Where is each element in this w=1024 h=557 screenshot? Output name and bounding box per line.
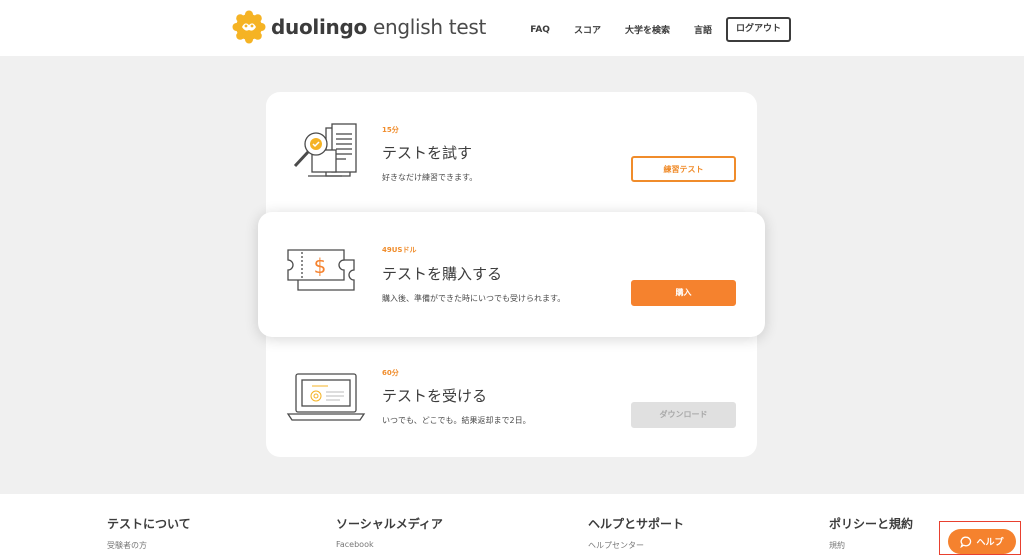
magnifier-document-icon: [293, 123, 357, 177]
top-header: duolingo english test FAQ スコア 大学を検索 言語 ロ…: [0, 0, 1024, 56]
footer-link-test-takers[interactable]: 受験者の方: [107, 540, 191, 551]
dollar-ticket-icon: $: [287, 249, 355, 291]
purchase-test-card: $ 49USドル テストを購入する 購入後、準備ができた時にいつでも受けられます…: [258, 212, 765, 337]
page-footer: テストについて 受験者の方 ソーシャルメディア Facebook ヘルプとサポー…: [0, 494, 1024, 557]
duration-tag: 60分: [382, 369, 399, 377]
footer-link-facebook[interactable]: Facebook: [336, 540, 443, 549]
card-title: テストを受ける: [382, 387, 488, 405]
nav-language[interactable]: 言語: [694, 23, 712, 36]
footer-heading: テストについて: [107, 517, 191, 531]
footer-column-social: ソーシャルメディア Facebook: [336, 515, 443, 549]
nav-score[interactable]: スコア: [574, 23, 601, 36]
card-description: いつでも、どこでも。結果返却まで2日。: [382, 416, 531, 425]
footer-heading: ヘルプとサポート: [588, 517, 685, 531]
chat-bubble-icon: [960, 536, 972, 548]
footer-heading: ポリシーと規約: [829, 517, 914, 531]
purchase-button[interactable]: 購入: [631, 280, 736, 306]
footer-column-help: ヘルプとサポート ヘルプセンター: [588, 515, 684, 551]
svg-text:$: $: [314, 254, 327, 278]
duolingo-logo[interactable]: duolingo english test: [232, 10, 486, 44]
download-button[interactable]: ダウンロード: [631, 402, 736, 428]
help-button[interactable]: ヘルプ: [948, 529, 1016, 554]
practice-test-card: 15分 テストを試す 好きなだけ練習できます。 練習テスト: [266, 92, 757, 214]
card-title: テストを試す: [382, 144, 473, 162]
footer-column-about: テストについて 受験者の方: [107, 515, 191, 551]
footer-link-terms[interactable]: 規約: [829, 540, 913, 551]
footer-link-help-center[interactable]: ヘルプセンター: [588, 540, 684, 551]
practice-test-button[interactable]: 練習テスト: [631, 156, 736, 182]
card-description: 好きなだけ練習できます。: [382, 173, 478, 182]
duolingo-sun-logo-icon: [232, 10, 266, 44]
duration-tag: 15分: [382, 126, 399, 134]
card-description: 購入後、準備ができた時にいつでも受けられます。: [382, 294, 566, 303]
help-label: ヘルプ: [976, 538, 1004, 548]
nav-faq[interactable]: FAQ: [530, 25, 550, 35]
price-tag: 49USドル: [382, 246, 417, 254]
card-title: テストを購入する: [382, 265, 503, 283]
laptop-icon: [286, 373, 366, 421]
take-test-card: 60分 テストを受ける いつでも、どこでも。結果返却まで2日。 ダウンロード: [266, 336, 757, 458]
top-nav: FAQ スコア 大学を検索 言語 ログアウト: [506, 17, 791, 42]
footer-heading: ソーシャルメディア: [336, 517, 443, 531]
logout-button[interactable]: ログアウト: [725, 17, 791, 42]
logo-text: duolingo english test: [271, 15, 487, 39]
nav-find-university[interactable]: 大学を検索: [625, 23, 670, 36]
footer-column-policy: ポリシーと規約 規約: [829, 515, 913, 551]
